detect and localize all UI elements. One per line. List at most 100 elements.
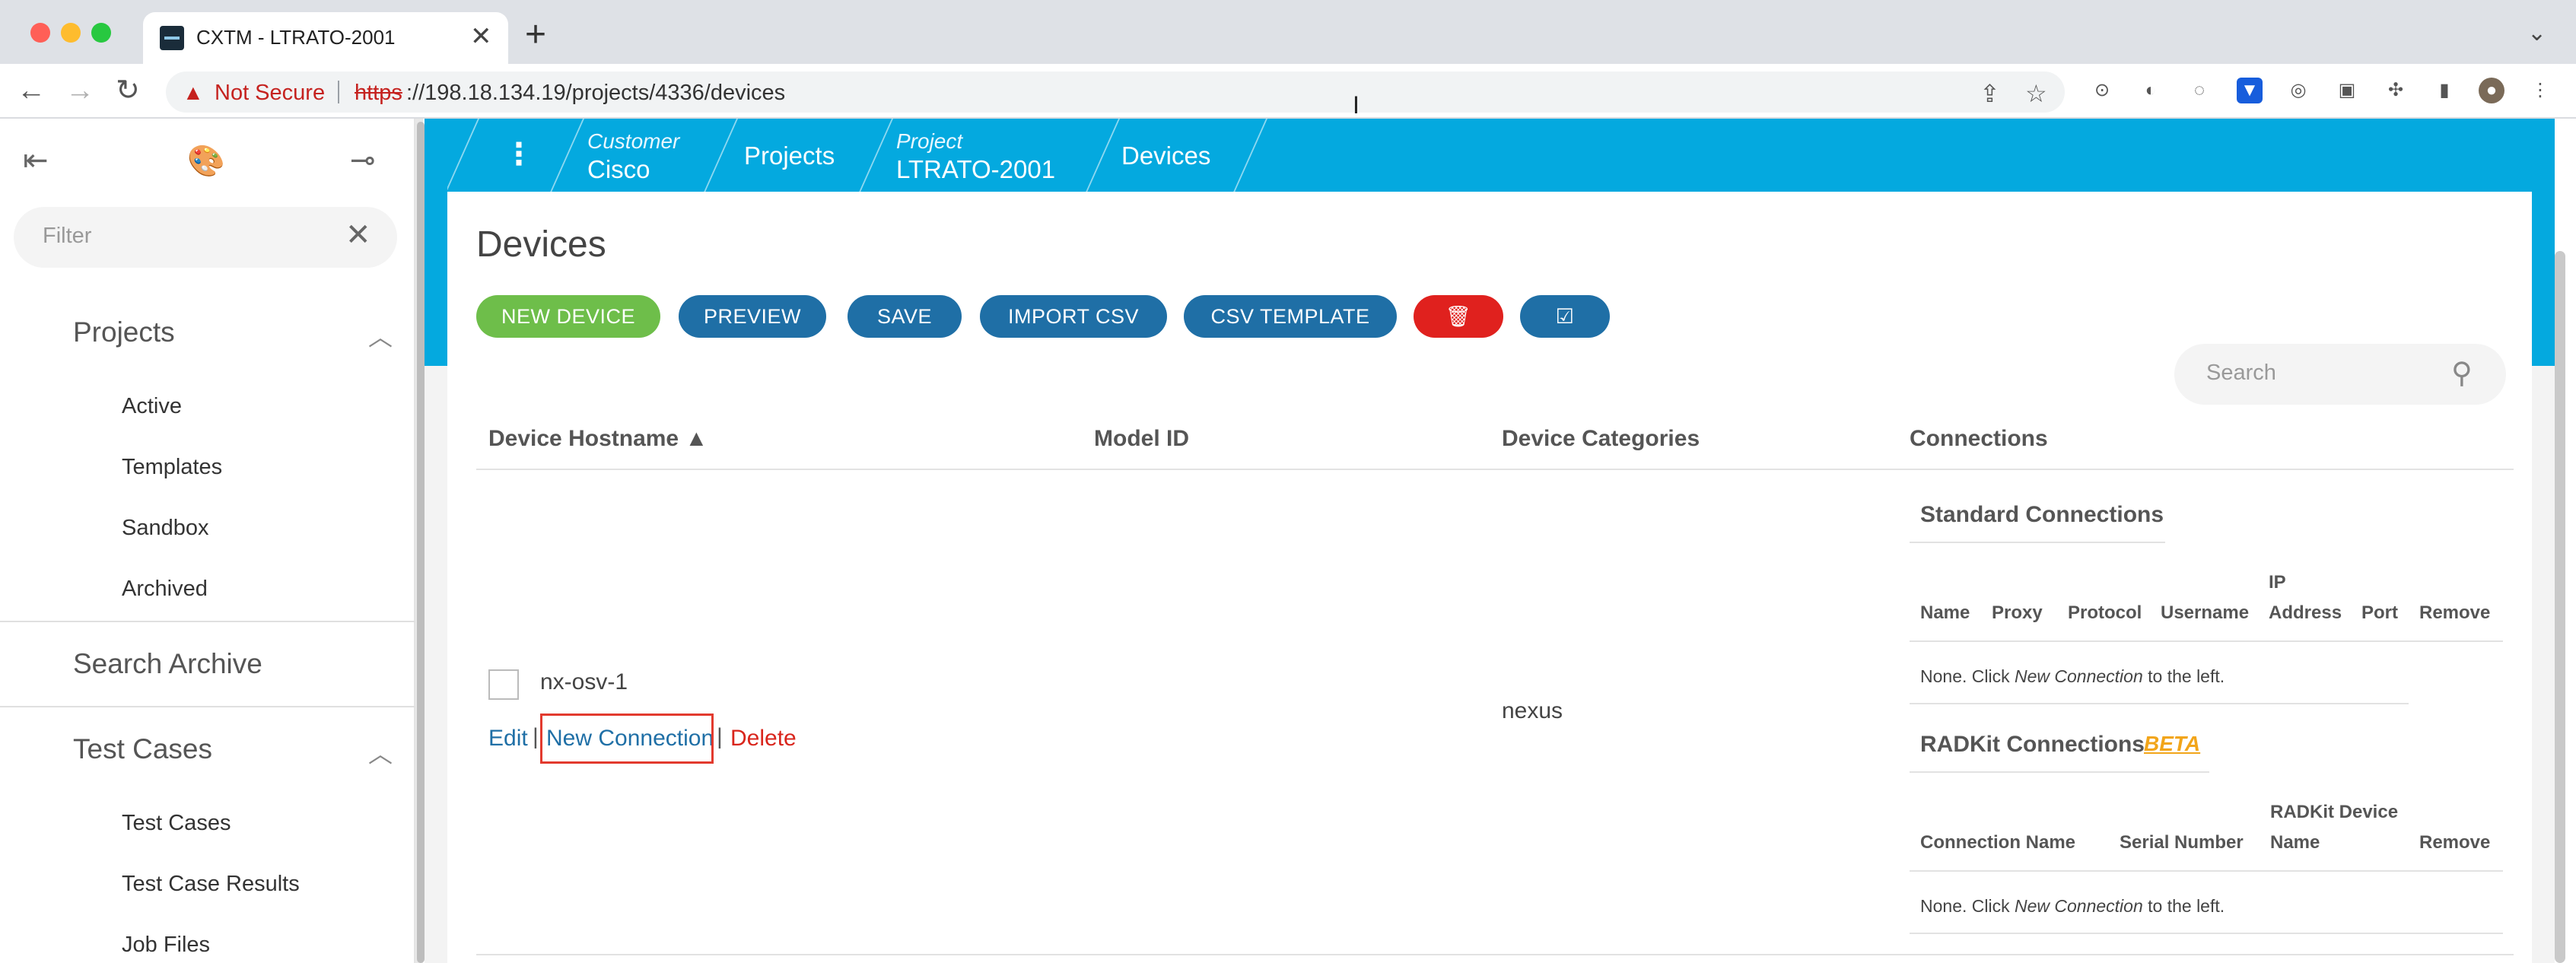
extension-clock-icon[interactable]: ◌ (2186, 78, 2212, 103)
window-close-button[interactable] (30, 23, 50, 43)
browser-toolbar: ← → ↻ ▲ Not Secure https ://198.18.134.1… (0, 64, 2576, 119)
kebab-menu-icon[interactable]: ⋮ (504, 137, 534, 172)
share-icon[interactable]: ⇪ (1980, 79, 2000, 108)
import-csv-button[interactable]: IMPORT CSV (980, 295, 1167, 338)
row-bottom-divider (476, 954, 2514, 955)
empty-text: None. Click (1920, 666, 2015, 686)
csv-template-button[interactable]: CSV TEMPLATE (1184, 295, 1397, 338)
side-panel-icon[interactable]: ▮ (2431, 78, 2457, 103)
extension-target-icon[interactable]: ◎ (2285, 78, 2311, 103)
empty-text: None. Click (1920, 896, 2015, 916)
rk-row-divider (1910, 933, 2503, 934)
security-status[interactable]: Not Secure (215, 81, 325, 106)
bookmark-star-icon[interactable]: ☆ (2025, 79, 2047, 108)
breadcrumb-separator (851, 119, 893, 192)
filter-input[interactable] (43, 224, 332, 249)
chevron-up-icon[interactable]: ︿ (368, 735, 393, 770)
select-all-button[interactable]: ☑ (1520, 295, 1610, 338)
std-row-divider (1910, 703, 2409, 704)
theme-palette-icon[interactable]: 🎨 (187, 143, 225, 179)
main-scrollbar-thumb[interactable] (2555, 251, 2565, 963)
new-device-button[interactable]: NEW DEVICE (476, 295, 660, 338)
empty-text: to the left. (2142, 666, 2225, 686)
sidebar-item-test-case-results[interactable]: Test Case Results (122, 872, 300, 897)
sidebar-item-templates[interactable]: Templates (122, 455, 222, 480)
screenshot-icon[interactable]: ▣ (2334, 78, 2360, 103)
new-tab-button[interactable]: + (525, 17, 546, 53)
breadcrumb-customer-label: Customer (587, 129, 680, 153)
url-scheme: https (355, 81, 402, 105)
rk-col-device-name: RADKit Device Name (2270, 802, 2399, 853)
search-field[interactable]: ⚲ (2174, 344, 2506, 405)
std-header-divider (1910, 640, 2503, 642)
breadcrumb-separator (1077, 119, 1120, 192)
column-header-model[interactable]: Model ID (1094, 426, 1189, 452)
bitwarden-shield-icon[interactable]: ▼ (2237, 78, 2263, 103)
highlight-annotation (540, 714, 714, 764)
delete-link[interactable]: Delete (730, 726, 797, 752)
sidebar-divider (0, 621, 415, 622)
sidebar-item-job-files[interactable]: Job Files (122, 933, 210, 958)
sidebar-item-test-cases[interactable]: Test Cases (122, 811, 231, 836)
save-button[interactable]: SAVE (848, 295, 962, 338)
extensions-puzzle-icon[interactable]: ✣ (2383, 78, 2409, 103)
browser-menu-icon[interactable]: ⋮ (2527, 78, 2553, 103)
window-zoom-button[interactable] (91, 23, 111, 43)
address-divider (338, 81, 339, 103)
filter-field[interactable]: ✕ (14, 207, 397, 268)
forward-arrow-icon[interactable]: → (65, 73, 94, 108)
row-select-checkbox[interactable] (488, 669, 519, 700)
section-underline (1910, 771, 2209, 773)
std-col-protocol: Protocol (2068, 602, 2142, 623)
sidebar-divider (0, 706, 415, 707)
breadcrumb-separator (447, 119, 479, 192)
sidebar-section-test-cases[interactable]: Test Cases (73, 733, 212, 765)
breadcrumb-project-label: Project (896, 129, 963, 153)
beta-badge: BETA (2144, 732, 2201, 755)
delete-trash-button[interactable]: 🗑 (1414, 295, 1503, 338)
browser-tab[interactable]: CXTM - LTRATO-2001 ✕ (143, 12, 508, 64)
rk-header-divider (1910, 870, 2503, 872)
window-minimize-button[interactable] (61, 23, 81, 43)
checkbox-check-icon: ☑ (1555, 305, 1575, 328)
sidebar: ⇤ 🎨 ⊸ ✕ Projects ︿ Active Templates Sand… (0, 119, 415, 963)
tab-title: CXTM - LTRATO-2001 (196, 26, 396, 49)
rk-empty-message: None. Click New Connection to the left. (1920, 896, 2225, 917)
rk-col-remove: Remove (2419, 832, 2491, 853)
sidebar-scrollbar-thumb[interactable] (417, 122, 425, 963)
sidebar-item-active[interactable]: Active (122, 394, 182, 419)
breadcrumb-project[interactable]: LTRATO-2001 (896, 155, 1055, 184)
column-header-hostname[interactable]: Device Hostname ▲ (488, 426, 708, 452)
section-underline (1910, 542, 2165, 543)
profile-avatar[interactable]: ● (2479, 78, 2504, 103)
search-input[interactable] (2206, 361, 2434, 386)
search-icon[interactable]: ⚲ (2451, 356, 2473, 390)
tab-close-icon[interactable]: ✕ (470, 21, 492, 52)
edit-link[interactable]: Edit (488, 726, 528, 752)
clear-filter-icon[interactable]: ✕ (345, 218, 371, 253)
sidebar-item-archived[interactable]: Archived (122, 577, 208, 602)
tab-search-chevron-icon[interactable]: ⌄ (2527, 20, 2546, 46)
breadcrumb-customer[interactable]: Cisco (587, 155, 650, 184)
page-title: Devices (476, 224, 606, 265)
sidebar-section-search-archive[interactable]: Search Archive (73, 648, 262, 680)
breadcrumb-projects[interactable]: Projects (744, 141, 835, 170)
action-separator: | (533, 724, 539, 749)
chevron-up-icon[interactable]: ︿ (368, 318, 393, 353)
trash-icon: 🗑 (1445, 305, 1472, 328)
sidebar-item-sandbox[interactable]: Sandbox (122, 516, 209, 541)
breadcrumb-devices[interactable]: Devices (1121, 141, 1210, 170)
sidebar-section-projects[interactable]: Projects (73, 316, 175, 348)
back-arrow-icon[interactable]: ← (17, 73, 46, 108)
column-header-connections: Connections (1910, 426, 2048, 451)
extension-code-icon[interactable]: ⊙ (2089, 78, 2115, 103)
reload-icon[interactable]: ↻ (116, 73, 140, 108)
extension-puzzle-alt-icon[interactable]: ◐ (2138, 78, 2164, 103)
preview-button[interactable]: PREVIEW (679, 295, 826, 338)
breadcrumb-separator (695, 119, 738, 192)
address-bar[interactable]: ▲ Not Secure https ://198.18.134.19/proj… (166, 72, 2065, 113)
collapse-sidebar-icon[interactable]: ⇤ (23, 143, 49, 178)
column-header-categories[interactable]: Device Categories (1502, 426, 1700, 452)
pin-icon[interactable]: ⊸ (350, 143, 376, 178)
breadcrumb-separator (542, 119, 584, 192)
